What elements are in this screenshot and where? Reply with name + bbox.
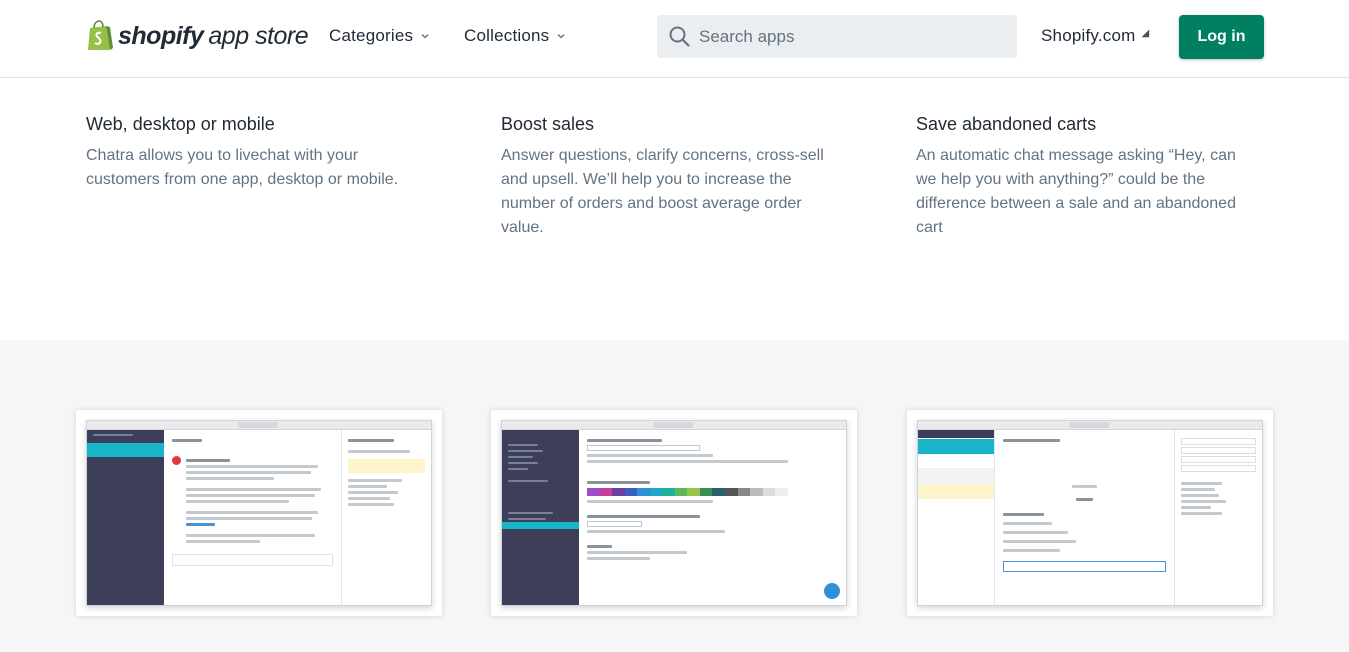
feature-title: Web, desktop or mobile — [86, 114, 275, 134]
shopify-bag-icon — [88, 20, 113, 50]
feature-web-desktop-mobile: Web, desktop or mobile Chatra allows you… — [86, 112, 426, 192]
feature-title: Save abandoned carts — [916, 114, 1097, 134]
screenshot-image — [86, 420, 432, 606]
logo-suffix: app store — [208, 21, 309, 50]
feature-text: An automatic chat message asking “Hey, c… — [916, 147, 1236, 236]
color-palette — [587, 488, 788, 496]
nav-categories-label: Categories — [329, 26, 414, 45]
chevron-down-icon — [421, 34, 429, 39]
app-screenshot-3[interactable] — [907, 410, 1273, 616]
feature-save-abandoned-carts: Save abandoned carts An automatic chat m… — [916, 112, 1256, 240]
screenshot-gallery — [0, 340, 1349, 652]
chat-button-icon — [824, 583, 840, 599]
feature-text: Answer questions, clarify concerns, cros… — [501, 147, 824, 236]
nav-collections-label: Collections — [464, 26, 550, 45]
app-screenshot-1[interactable] — [76, 410, 442, 616]
screenshot-image — [501, 420, 847, 606]
search-input[interactable] — [699, 26, 999, 47]
chevron-down-icon — [557, 34, 565, 39]
search-bar[interactable] — [657, 15, 1017, 58]
feature-title: Boost sales — [501, 114, 595, 134]
nav-collections-dropdown[interactable]: Collections — [464, 26, 566, 46]
site-header: shopify app store Categories Collections … — [0, 0, 1349, 78]
login-button[interactable]: Log in — [1179, 15, 1264, 59]
feature-text: Chatra allows you to livechat with your … — [86, 147, 399, 188]
app-screenshot-2[interactable] — [491, 410, 857, 616]
shopify-app-store-logo[interactable]: shopify app store — [86, 19, 309, 53]
search-icon — [669, 26, 690, 47]
logo-brand: shopify — [118, 21, 204, 50]
shopify-com-link[interactable]: Shopify.com ◢ — [1041, 26, 1149, 46]
shopify-com-label: Shopify.com — [1041, 26, 1136, 45]
nav-categories-dropdown[interactable]: Categories — [329, 26, 430, 46]
external-link-icon: ◢ — [1141, 28, 1150, 39]
screenshot-image — [917, 420, 1263, 606]
feature-boost-sales: Boost sales Answer questions, clarify co… — [501, 112, 846, 240]
